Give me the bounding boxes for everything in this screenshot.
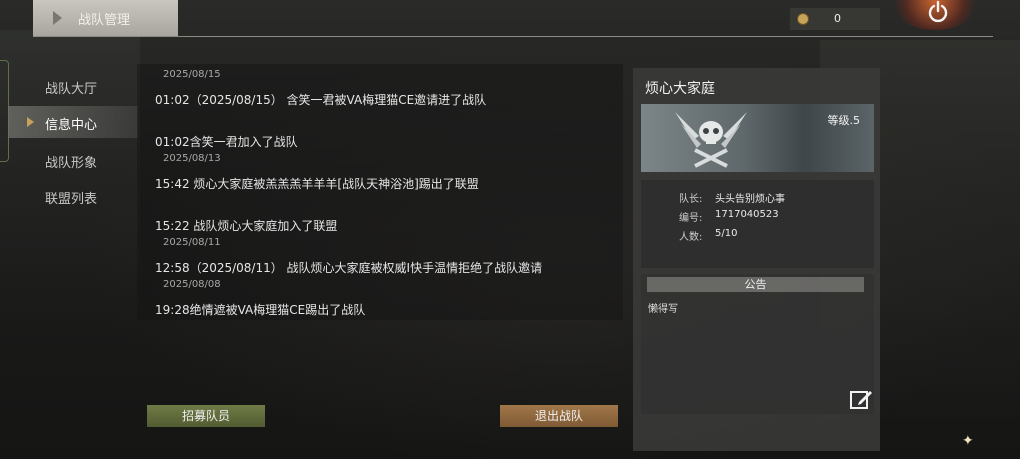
message-item: 01:02含笑一君加入了战队 (155, 135, 298, 149)
edit-icon[interactable] (849, 388, 873, 410)
sidebar-item-alliance-list[interactable]: 联盟列表 (8, 180, 138, 212)
header-divider (33, 36, 993, 37)
currency-value: 0 (834, 12, 841, 25)
team-id-label: 编号: (679, 213, 703, 224)
message-item: 15:22 战队烦心大家庭加入了联盟 (155, 219, 338, 233)
date-header: 2025/08/15 (163, 69, 221, 80)
sidebar-item-label: 信息中心 (45, 118, 98, 133)
team-level: 等级.5 (827, 114, 861, 127)
power-icon[interactable] (926, 0, 950, 24)
notice-panel (641, 274, 874, 414)
captain-value: 头头告别烦心事 (715, 194, 785, 205)
sidebar-item-label: 战队大厅 (45, 82, 98, 97)
date-header: 2025/08/11 (163, 237, 221, 248)
message-item: 12:58（2025/08/11） 战队烦心大家庭被权威I快手温情拒绝了战队邀请 (155, 261, 543, 275)
message-item: 15:42 烦心大家庭被羔羔羔羊羊羊[战队天神浴池]踢出了联盟 (155, 177, 479, 191)
members-value: 5/10 (715, 228, 738, 239)
coin-icon (797, 13, 809, 25)
sidebar-item-label: 联盟列表 (45, 192, 98, 207)
sidebar-item-team-image[interactable]: 战队形象 (8, 144, 138, 176)
skull-emblem-icon (675, 112, 747, 168)
date-header: 2025/08/13 (163, 153, 221, 164)
team-banner: 等级.5 (641, 104, 874, 172)
notice-text: 懒得写 (648, 304, 678, 315)
date-header: 2025/08/08 (163, 279, 221, 290)
team-name: 烦心大家庭 (645, 81, 715, 97)
sparkle-icon: ✦ (962, 433, 974, 449)
sidebar-item-label: 战队形象 (45, 156, 98, 171)
notice-title: 公告 (647, 277, 864, 292)
message-item: 01:02（2025/08/15） 含笑一君被VA梅理猫CE邀请进了战队 (155, 93, 487, 107)
page-title-tab[interactable]: 战队管理 (33, 0, 178, 36)
active-marker-icon (27, 117, 34, 127)
sidebar-item-info-center[interactable]: 信息中心 (8, 106, 138, 138)
currency-display: 0 (790, 8, 880, 30)
message-item: 19:28绝情遮被VA梅理猫CE踢出了战队 (155, 303, 366, 317)
team-id-value: 1717040523 (715, 209, 779, 220)
team-card: 烦心大家庭 等级.5 队长: 头头告别烦心事 编号: 1717040523 人数… (633, 68, 880, 451)
back-arrow-icon[interactable] (53, 11, 62, 25)
team-info: 队长: 头头告别烦心事 编号: 1717040523 人数: 5/10 (641, 180, 874, 268)
quit-team-button[interactable]: 退出战队 (500, 405, 618, 427)
captain-label: 队长: (679, 194, 703, 205)
sidebar-item-hall[interactable]: 战队大厅 (8, 70, 138, 102)
members-label: 人数: (679, 232, 703, 243)
recruit-button[interactable]: 招募队员 (147, 405, 265, 427)
page-title: 战队管理 (78, 13, 131, 28)
